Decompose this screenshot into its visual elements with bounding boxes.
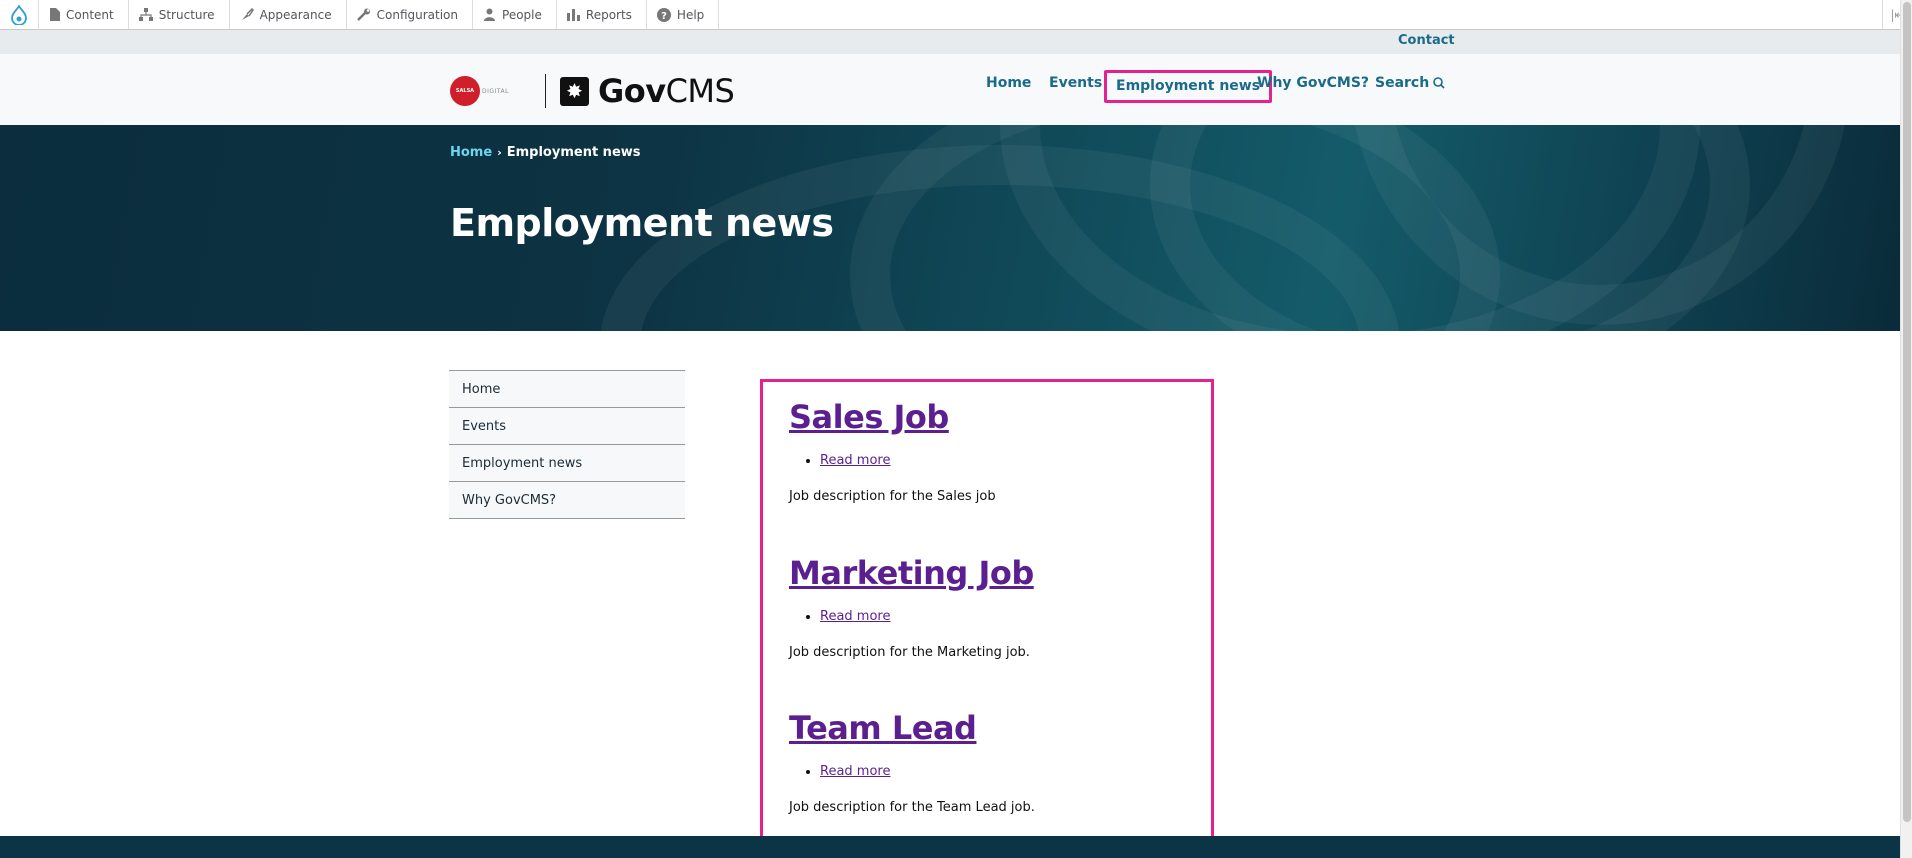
- sidebar-item-employment-news[interactable]: Employment news: [449, 445, 685, 482]
- sidebar-item-home[interactable]: Home: [449, 371, 685, 408]
- toolbar-help-label: Help: [676, 7, 705, 22]
- nav-why-govcms[interactable]: Why GovCMS?: [1257, 75, 1369, 91]
- toolbar-people[interactable]: People: [473, 0, 557, 29]
- nav-employment-news[interactable]: Employment news: [1104, 70, 1273, 103]
- toolbar-appearance[interactable]: Appearance: [230, 0, 347, 29]
- person-icon: [484, 8, 496, 21]
- nav-events[interactable]: Events: [1049, 75, 1102, 91]
- wrench-icon: [356, 8, 370, 21]
- nav-search[interactable]: Search: [1375, 75, 1445, 91]
- toolbar-structure[interactable]: Structure: [129, 0, 230, 29]
- job-description: Job description for the Team Lead job.: [789, 800, 1035, 815]
- toolbar-content[interactable]: Content: [39, 0, 129, 29]
- list-item: Read more: [820, 609, 1189, 624]
- breadcrumb: Home › Employment news: [450, 145, 641, 160]
- sidebar-item-why-govcms[interactable]: Why GovCMS?: [449, 482, 685, 519]
- job-item: Team Lead Read more Job description for …: [789, 709, 1189, 815]
- job-links: Read more: [789, 764, 1189, 779]
- salsa-digital-logo[interactable]: SALSA DIGITAL: [450, 76, 509, 106]
- govcms-wordmark-regular: CMS: [665, 72, 735, 110]
- breadcrumb-current: Employment news: [506, 145, 641, 160]
- site-header: SALSA DIGITAL ✸ GovCMS Home Events Emplo…: [0, 54, 1900, 125]
- drupal-drop-icon[interactable]: [0, 0, 39, 30]
- job-description: Job description for the Sales job: [789, 489, 996, 504]
- toolbar-reports-label: Reports: [585, 7, 632, 22]
- page-banner: Home › Employment news Employment news: [0, 125, 1900, 331]
- job-item: Sales Job Read more Job description for …: [789, 398, 1189, 504]
- contact-link[interactable]: Contact: [1398, 33, 1455, 48]
- job-item: Marketing Job Read more Job description …: [789, 554, 1189, 660]
- scrollbar-thumb[interactable]: [1903, 2, 1911, 822]
- job-title-link[interactable]: Sales Job: [789, 398, 1189, 436]
- svg-text:?: ?: [661, 11, 667, 22]
- job-links: Read more: [789, 453, 1189, 468]
- job-title-link[interactable]: Marketing Job: [789, 554, 1189, 592]
- logo-divider: [544, 74, 546, 108]
- govcms-logo[interactable]: ✸ GovCMS: [559, 72, 735, 110]
- utility-bar: Contact: [0, 30, 1900, 54]
- sidebar-menu: Home Events Employment news Why GovCMS?: [449, 370, 685, 519]
- help-icon: ?: [656, 7, 671, 22]
- toolbar-structure-label: Structure: [158, 7, 215, 22]
- job-listing: Sales Job Read more Job description for …: [760, 379, 1214, 839]
- page-scrollbar[interactable]: [1900, 0, 1912, 858]
- breadcrumb-home[interactable]: Home: [450, 145, 492, 160]
- read-more-link[interactable]: Read more: [820, 609, 890, 624]
- job-description: Job description for the Marketing job.: [789, 645, 1030, 660]
- search-icon: [1433, 77, 1445, 89]
- govcms-wordmark-bold: Gov: [597, 72, 666, 110]
- bar-chart-icon: [566, 9, 580, 21]
- sitemap-icon: [138, 8, 153, 21]
- admin-toolbar: Content Structure Appearance Configurati…: [0, 0, 1912, 30]
- nav-home[interactable]: Home: [986, 75, 1031, 91]
- sidebar-item-events[interactable]: Events: [449, 408, 685, 445]
- govcms-star-icon: ✸: [559, 76, 589, 106]
- govcms-wordmark: GovCMS: [597, 72, 735, 110]
- page-title: Employment news: [450, 201, 834, 245]
- breadcrumb-separator: ›: [497, 146, 502, 159]
- salsa-logo-suffix: DIGITAL: [482, 87, 509, 95]
- read-more-link[interactable]: Read more: [820, 453, 890, 468]
- file-icon: [50, 8, 60, 21]
- read-more-link[interactable]: Read more: [820, 764, 890, 779]
- job-links: Read more: [789, 609, 1189, 624]
- paintbrush-icon: [241, 8, 254, 20]
- toolbar-help[interactable]: ? Help: [647, 0, 720, 29]
- salsa-logo-mark: SALSA: [450, 76, 480, 106]
- footer: [0, 836, 1900, 858]
- nav-search-label: Search: [1375, 75, 1430, 91]
- toolbar-configuration-label: Configuration: [376, 7, 459, 22]
- list-item: Read more: [820, 453, 1189, 468]
- toolbar-people-label: People: [502, 7, 542, 22]
- toolbar-appearance-label: Appearance: [259, 7, 332, 22]
- job-title-link[interactable]: Team Lead: [789, 709, 1189, 747]
- list-item: Read more: [820, 764, 1189, 779]
- site-logos[interactable]: SALSA DIGITAL ✸ GovCMS: [450, 72, 735, 110]
- toolbar-reports[interactable]: Reports: [557, 0, 647, 29]
- toolbar-content-label: Content: [66, 7, 114, 22]
- toolbar-configuration[interactable]: Configuration: [347, 0, 474, 29]
